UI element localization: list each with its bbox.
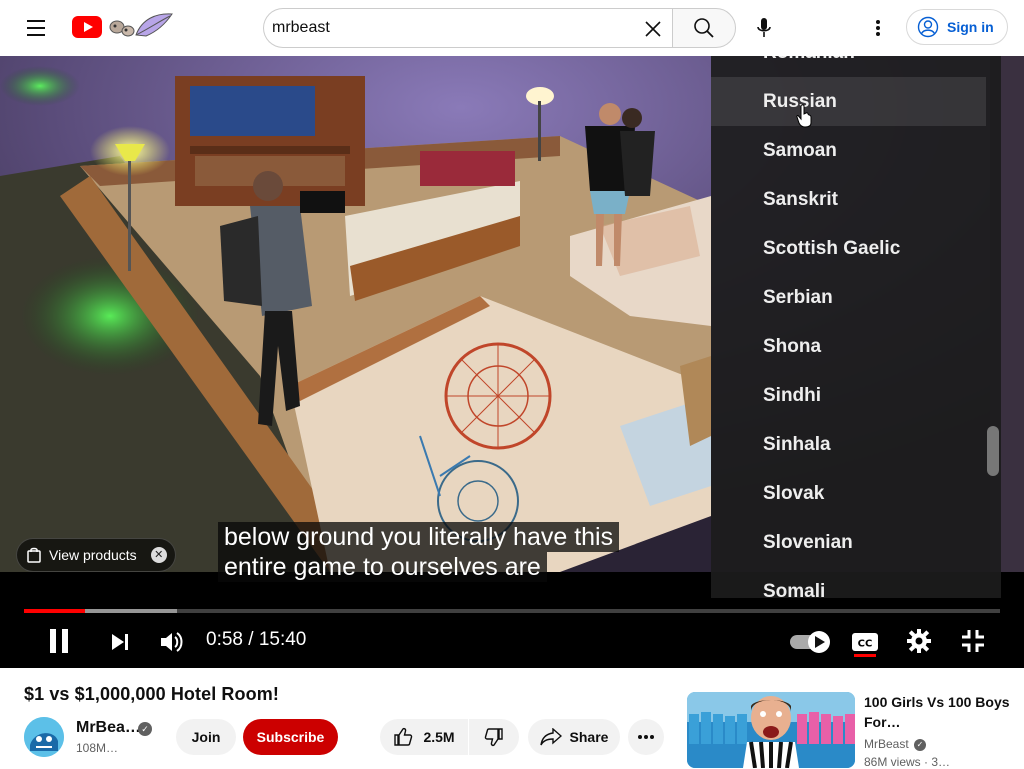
search-input[interactable] [272,19,632,37]
close-icon[interactable]: ✕ [150,547,167,563]
language-option-russian[interactable]: Russian [711,77,986,126]
language-option-slovak[interactable]: Slovak [711,469,986,518]
mute-button[interactable] [156,626,188,658]
sign-in-label: Sign in [947,19,994,35]
settings-more-button[interactable] [858,8,898,48]
clear-search-button[interactable] [641,17,665,41]
progress-played [24,609,85,613]
thumbs-down-icon [484,728,503,747]
masthead: Sign in [0,0,1024,56]
recommended-video-thumbnail[interactable] [687,692,855,768]
video-title: $1 vs $1,000,000 Hotel Room! [24,684,279,704]
captions: below ground you literally have this ent… [218,522,620,582]
view-products-label: View products [49,547,137,563]
progress-bar[interactable] [24,609,1000,613]
caption-line-1: below ground you literally have this [218,522,620,552]
language-option-serbian[interactable]: Serbian [711,273,986,322]
subscribe-button[interactable]: Subscribe [243,719,338,755]
language-option-sanskrit[interactable]: Sanskrit [711,175,986,224]
language-menu-scroll-thumb[interactable] [987,426,999,476]
search-box [263,8,673,48]
next-button[interactable] [104,626,136,658]
verified-check-icon: ✓ [914,739,926,751]
video-player[interactable]: below ground you literally have this ent… [0,56,1024,668]
gear-icon [907,629,931,653]
subscribe-label: Subscribe [256,729,325,745]
language-option-samoan[interactable]: Samoan [711,126,986,175]
subtitle-language-menu: RomanianRussianSamoanSanskritScottish Ga… [711,56,1001,598]
search-button[interactable] [672,8,736,48]
autoplay-toggle[interactable] [786,626,834,658]
volume-icon [161,632,183,652]
recommended-video-title[interactable]: 100 Girls Vs 100 Boys For… [864,692,1014,732]
hand-cursor-icon [796,104,812,128]
caption-line-2: entire game to ourselves are [218,552,547,582]
language-option-scottish-gaelic[interactable]: Scottish Gaelic [711,224,986,273]
share-label: Share [569,729,609,745]
channel-avatar[interactable] [24,717,64,757]
language-menu-scrollbar[interactable] [986,56,1000,598]
more-actions-button[interactable] [628,719,664,755]
more-vert-icon [876,20,880,36]
closed-captions-icon: CC [852,633,878,657]
verified-check-icon: ✓ [138,722,152,736]
account-icon [917,16,939,38]
pause-icon [50,629,68,653]
share-icon [539,728,562,746]
microphone-icon [757,18,771,37]
close-icon [645,21,661,37]
skip-next-icon [112,634,128,650]
recommended-video-meta: 86M views · 3… [864,755,951,769]
more-horiz-icon [638,735,654,739]
language-option-shona[interactable]: Shona [711,322,986,371]
pause-button[interactable] [42,624,76,658]
language-option-slovenian[interactable]: Slovenian [711,518,986,567]
recommended-video-channel[interactable]: MrBeast [864,737,909,751]
channel-name[interactable]: MrBea… [76,719,141,737]
search-icon [694,18,714,38]
thumbs-up-icon [394,727,413,746]
doodle-logo[interactable] [106,11,174,41]
exit-fullscreen-button[interactable] [956,624,990,658]
language-option-somali[interactable]: Somali [711,567,986,599]
settings-button[interactable] [902,624,936,658]
language-option-sinhala[interactable]: Sinhala [711,420,986,469]
watch-metadata: $1 vs $1,000,000 Hotel Room! MrBea… ✓ 10… [0,668,1024,769]
captions-button[interactable]: CC [848,626,882,660]
shopping-bag-icon [27,547,41,563]
join-button[interactable]: Join [176,719,236,755]
svg-text:CC: CC [858,639,873,650]
view-products-chip[interactable]: View products ✕ [16,538,176,572]
language-option-romanian[interactable]: Romanian [711,56,986,77]
language-option-sindhi[interactable]: Sindhi [711,371,986,420]
like-button[interactable]: 2.5M [380,719,468,755]
autoplay-toggle-icon [790,631,830,653]
subscriber-count: 108M… [76,741,119,755]
sign-in-button[interactable]: Sign in [906,9,1008,45]
exit-fullscreen-icon [962,630,984,652]
share-button[interactable]: Share [528,719,620,755]
voice-search-button[interactable] [744,8,784,48]
join-label: Join [191,729,221,745]
youtube-logo[interactable] [72,16,102,38]
dislike-button[interactable] [469,719,519,755]
time-display: 0:58 / 15:40 [206,629,307,650]
like-count: 2.5M [423,729,455,745]
menu-icon[interactable] [16,8,56,48]
